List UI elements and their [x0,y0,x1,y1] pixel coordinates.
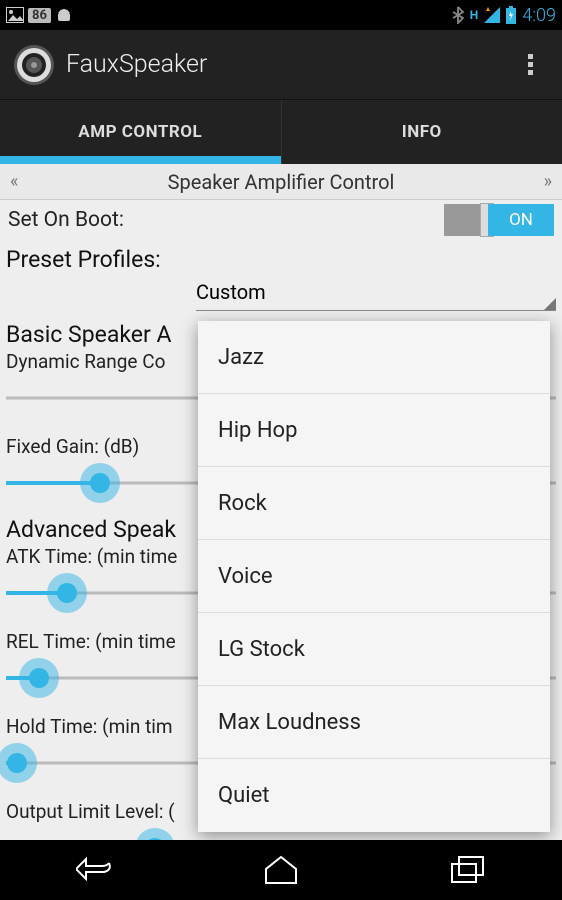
dropdown-option-maxloudness[interactable]: Max Loudness [198,686,550,759]
network-type: H [470,8,478,22]
tab-label: AMP CONTROL [78,122,202,142]
preset-dropdown-popup: Jazz Hip Hop Rock Voice LG Stock Max Lou… [198,321,550,832]
nav-bar [0,840,562,900]
nav-back-button[interactable] [0,840,187,900]
set-on-boot-toggle[interactable]: ON [444,204,554,236]
overflow-menu-button[interactable] [510,54,550,75]
battery-percent: 86 [28,8,51,23]
dropdown-option-lgstock[interactable]: LG Stock [198,613,550,686]
tab-info[interactable]: INFO [282,100,562,164]
app-icon [12,43,56,87]
dropdown-option-quiet[interactable]: Quiet [198,759,550,832]
dropdown-option-voice[interactable]: Voice [198,540,550,613]
picture-icon [6,7,24,23]
section-header: « Speaker Amplifier Control » [0,164,562,200]
section-title: Speaker Amplifier Control [18,170,543,194]
app-title: FauxSpeaker [66,50,207,79]
preset-profiles-label: Preset Profiles: [6,246,556,273]
spinner-value: Custom [196,280,266,304]
dropdown-option-hiphop[interactable]: Hip Hop [198,394,550,467]
dropdown-option-rock[interactable]: Rock [198,467,550,540]
bluetooth-icon [452,6,464,24]
tab-bar: AMP CONTROL INFO [0,100,562,164]
preset-spinner[interactable]: Custom [196,273,556,311]
android-icon [55,7,73,23]
tab-label: INFO [402,122,442,142]
nav-home-button[interactable] [187,840,374,900]
next-page-button[interactable]: » [544,171,552,192]
set-on-boot-label: Set On Boot: [8,208,124,232]
clock: 4:09 [522,5,556,26]
prev-page-button[interactable]: « [10,171,18,192]
toggle-state: ON [488,204,554,236]
action-bar: FauxSpeaker [0,30,562,100]
nav-recent-button[interactable] [375,840,562,900]
battery-icon [506,6,516,24]
tab-amp-control[interactable]: AMP CONTROL [0,100,282,164]
signal-icon [484,7,500,23]
status-bar: 86 H 4:09 [0,0,562,30]
dropdown-option-jazz[interactable]: Jazz [198,321,550,394]
